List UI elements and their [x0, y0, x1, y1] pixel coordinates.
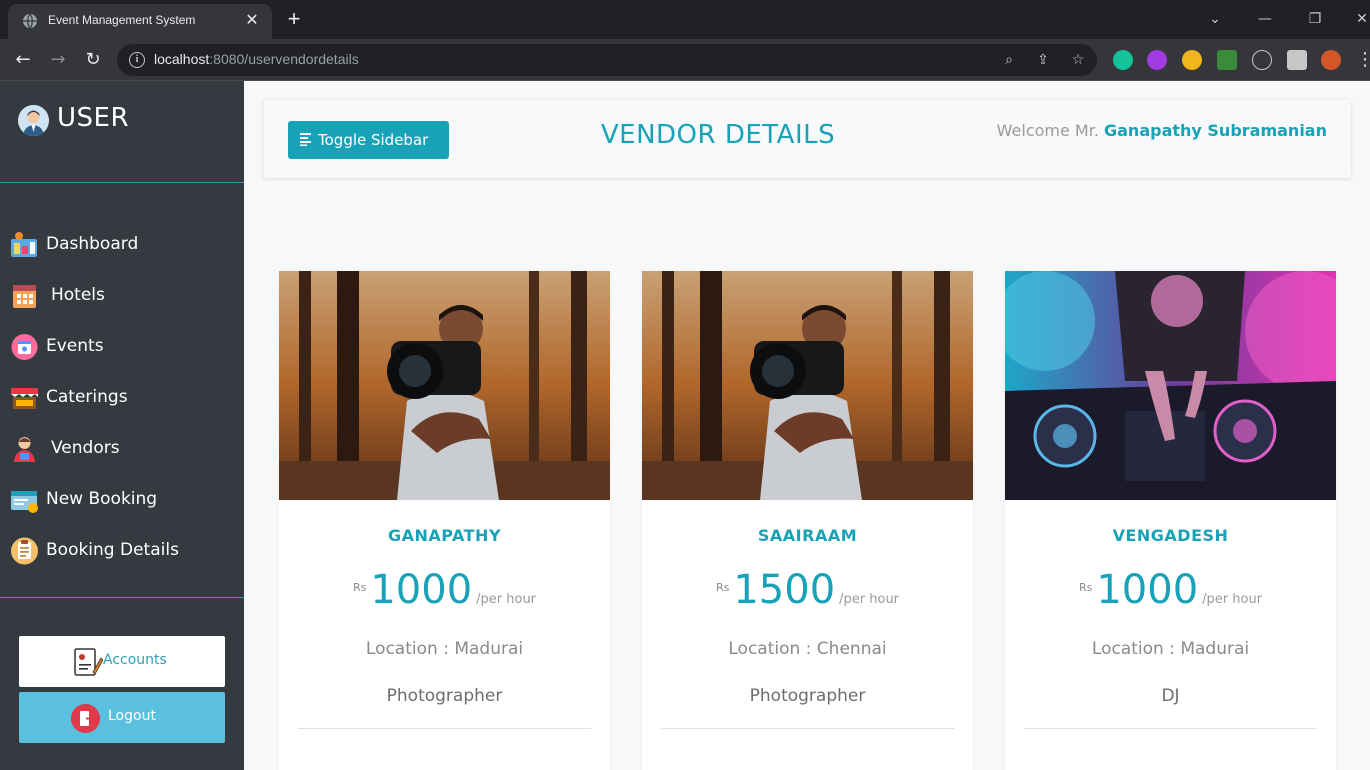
vendor-card: GANAPATHY Rs 1000/per hour Location : Mad… — [279, 271, 610, 770]
currency-label: Rs — [715, 581, 730, 594]
share-icon[interactable]: ⇪ — [1034, 51, 1052, 69]
price-unit: /per hour — [839, 592, 900, 607]
currency-label: Rs — [352, 581, 367, 594]
profile-avatar[interactable] — [1321, 50, 1341, 70]
vendor-role: DJ — [1161, 686, 1180, 706]
extension-yellow-icon[interactable] — [1182, 50, 1202, 70]
user-avatar-icon — [18, 105, 49, 136]
sidebar-item-label: Caterings — [46, 387, 128, 407]
events-icon — [11, 334, 38, 360]
sidebar-item-caterings[interactable]: Caterings — [0, 379, 244, 419]
site-info-icon[interactable]: i — [129, 52, 145, 68]
vendor-name: VENGADESH — [1112, 526, 1229, 545]
sidebar-item-events[interactable]: Events — [0, 328, 244, 368]
price-amount: 1000 — [370, 567, 473, 613]
vendor-role: Photographer — [749, 686, 866, 706]
sidebar-item-label: New Booking — [46, 489, 158, 509]
vendor-price: Rs 1000/per hour — [279, 567, 610, 613]
bookmark-star-icon[interactable]: ☆ — [1069, 51, 1087, 69]
browser-tab[interactable]: Event Management System ✕ — [8, 4, 272, 39]
browser-toolbar: ← → ↻ i localhost:8080/uservendordetails… — [0, 39, 1370, 81]
vendor-price: Rs 1500/per hour — [642, 567, 973, 613]
catering-icon — [11, 388, 38, 409]
close-tab-icon[interactable]: ✕ — [242, 10, 262, 30]
accounts-label: Accounts — [103, 652, 167, 668]
restore-icon[interactable]: ❐ — [1303, 8, 1327, 30]
sidebar-item-label: Events — [46, 336, 104, 356]
price-amount: 1000 — [1096, 567, 1199, 613]
extension-tree-icon[interactable] — [1217, 50, 1237, 70]
vendor-card: VENGADESH Rs 1000/per hour Location : Mad… — [1005, 271, 1336, 770]
main-content: Toggle Sidebar VENDOR DETAILS Welcome Mr… — [244, 81, 1370, 770]
new-booking-icon — [11, 491, 38, 513]
sidebar-divider — [0, 597, 244, 598]
menu-icon[interactable]: ⋮ — [1356, 48, 1370, 72]
minimize-icon[interactable]: — — [1253, 8, 1277, 30]
vendor-location: Location : Madurai — [365, 639, 524, 659]
card-divider — [661, 728, 954, 729]
logout-label: Logout — [108, 708, 156, 724]
sidebar-item-new-booking[interactable]: New Booking — [0, 481, 244, 521]
browser-tab-bar: Event Management System ✕ + ⌄ — ❐ ✕ — [0, 0, 1370, 39]
currency-label: Rs — [1078, 581, 1093, 594]
accounts-button[interactable]: Accounts — [19, 636, 225, 687]
accounts-icon — [74, 648, 103, 676]
close-window-icon[interactable]: ✕ — [1350, 8, 1370, 30]
logout-icon — [71, 704, 100, 733]
photographer-photo — [642, 271, 973, 500]
logout-button[interactable]: Logout — [19, 692, 225, 743]
page-header: Toggle Sidebar VENDOR DETAILS Welcome Mr… — [264, 100, 1351, 178]
card-divider — [298, 728, 591, 729]
vendor-location: Location : Chennai — [728, 639, 887, 659]
sidebar-item-label: Booking Details — [46, 540, 179, 560]
sidebar-item-label: Vendors — [51, 438, 120, 458]
tab-search-icon[interactable]: ⌄ — [1203, 8, 1227, 30]
vendor-name: GANAPATHY — [387, 526, 502, 545]
sidebar: USER Dashboard Hotels Events Caterings V… — [0, 81, 244, 770]
price-amount: 1500 — [733, 567, 836, 613]
react-devtools-icon[interactable] — [1252, 50, 1272, 70]
photographer-photo — [279, 271, 610, 500]
sidebar-item-dashboard[interactable]: Dashboard — [0, 226, 244, 266]
back-icon[interactable]: ← — [11, 48, 35, 72]
card-divider — [1024, 728, 1317, 729]
vendor-location: Location : Madurai — [1091, 639, 1250, 659]
welcome-prefix: Welcome Mr. — [996, 121, 1104, 140]
sidebar-header: USER — [0, 81, 244, 183]
sidebar-item-label: Dashboard — [46, 234, 139, 254]
url-text[interactable]: localhost:8080/uservendordetails — [154, 51, 359, 67]
extension-purple-icon[interactable] — [1147, 50, 1167, 70]
hotel-icon — [13, 285, 36, 308]
address-bar[interactable]: i localhost:8080/uservendordetails ⌕ ⇪ ☆ — [117, 44, 1097, 76]
new-tab-button[interactable]: + — [283, 8, 305, 30]
globe-icon — [23, 13, 37, 29]
booking-details-icon — [11, 537, 38, 565]
welcome-message: Welcome Mr. Ganapathy Subramanian — [997, 121, 1327, 140]
sidebar-item-vendors[interactable]: Vendors — [0, 430, 244, 470]
sidebar-title: USER — [57, 103, 130, 133]
vendor-name: SAAIRAAM — [757, 526, 858, 545]
vendor-price: Rs 1000/per hour — [1005, 567, 1336, 613]
sidebar-item-booking-details[interactable]: Booking Details — [0, 532, 244, 572]
sidebar-item-label: Hotels — [51, 285, 105, 305]
extensions-puzzle-icon[interactable] — [1287, 50, 1307, 70]
sidebar-item-hotels[interactable]: Hotels — [0, 277, 244, 317]
price-unit: /per hour — [1202, 592, 1263, 607]
grammarly-extension-icon[interactable] — [1113, 50, 1133, 70]
price-unit: /per hour — [476, 592, 537, 607]
reload-icon[interactable]: ↻ — [81, 48, 105, 72]
tab-title: Event Management System — [48, 13, 196, 27]
vendor-role: Photographer — [386, 686, 503, 706]
vendor-card: SAAIRAAM Rs 1500/per hour Location : Chen… — [642, 271, 973, 770]
dashboard-icon — [11, 232, 37, 257]
forward-icon[interactable]: → — [46, 48, 70, 72]
user-name: Ganapathy Subramanian — [1104, 121, 1327, 140]
vendor-icon — [14, 437, 35, 462]
dj-photo — [1005, 271, 1336, 500]
zoom-icon[interactable]: ⌕ — [1000, 51, 1018, 69]
